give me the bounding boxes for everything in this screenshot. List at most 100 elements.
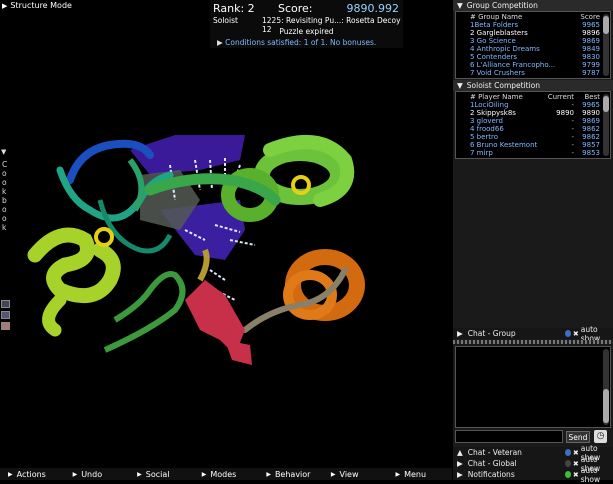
group-row[interactable]: 4 Anthropic Dreams 9849 bbox=[470, 45, 600, 53]
player-name: 6 Bruno Kestemont bbox=[470, 141, 538, 149]
actions-menu[interactable]: ▶ Actions bbox=[8, 470, 65, 479]
scroll-thumb[interactable] bbox=[603, 389, 609, 423]
expand-triangle-icon: ▶ bbox=[457, 459, 463, 468]
mode-indicator[interactable]: ▶ Structure Mode bbox=[2, 1, 72, 10]
group-score: 9787 bbox=[582, 69, 600, 77]
best-header: Best bbox=[584, 93, 600, 101]
player-mode: Soloist bbox=[213, 16, 238, 25]
chat-message-area[interactable] bbox=[455, 346, 611, 428]
soloist-leaderboard[interactable]: # Player Name Current Best 1LociOiling -9… bbox=[455, 91, 611, 159]
group-score-header: Score bbox=[580, 13, 600, 21]
soloist-row[interactable]: 5 bertro -9862 bbox=[470, 133, 600, 141]
send-button[interactable]: Send bbox=[566, 431, 590, 443]
close-icon[interactable]: ✖ bbox=[573, 471, 579, 479]
chat-group-title: Chat - Group bbox=[467, 329, 516, 338]
soloist-row[interactable]: 1LociOiling -9965 bbox=[470, 101, 600, 109]
expand-triangle-icon: ▶ bbox=[72, 470, 78, 478]
best-score: 9869 bbox=[582, 117, 600, 125]
soloist-row[interactable]: 6 Bruno Kestemont -9857 bbox=[470, 141, 600, 149]
group-scrollbar[interactable] bbox=[603, 14, 609, 76]
current-score: - bbox=[571, 149, 574, 157]
group-row[interactable]: 6 L'Alliance Francopho... 9799 bbox=[470, 61, 600, 69]
expand-triangle-icon: ▶ bbox=[457, 329, 463, 338]
group-score: 9896 bbox=[582, 29, 600, 37]
chat-group-header[interactable]: ▶ Chat - Group ✖ auto show bbox=[453, 325, 613, 343]
group-competition-header[interactable]: ▼ Group Competition bbox=[453, 0, 613, 11]
chat-channel-title: Notifications bbox=[467, 470, 515, 479]
view-menu[interactable]: ▶ View bbox=[331, 470, 388, 479]
auto-show-label[interactable]: auto show bbox=[581, 466, 613, 484]
group-name: 7 Void Crushers bbox=[470, 69, 525, 77]
group-competition-title: Group Competition bbox=[466, 1, 538, 10]
group-score: 9799 bbox=[582, 61, 600, 69]
conditions-toggle[interactable]: ▶ Conditions satisfied: 1 of 1. No bonus… bbox=[217, 38, 376, 47]
player-name-header: # Player Name bbox=[470, 93, 523, 101]
chat-channel-title: Chat - Global bbox=[467, 459, 517, 468]
right-panel: ▼ Group Competition # Group Name Score 1… bbox=[453, 0, 613, 484]
current-score: - bbox=[571, 141, 574, 149]
player-name: 5 bertro bbox=[470, 133, 499, 141]
strand-red bbox=[185, 280, 252, 365]
protein-viewport[interactable] bbox=[0, 0, 452, 468]
player-name: 7 mirp bbox=[470, 149, 493, 157]
group-name: 4 Anthropic Dreams bbox=[470, 45, 540, 53]
chat-input[interactable] bbox=[455, 430, 563, 443]
recipe-icon[interactable] bbox=[1, 300, 10, 308]
chat-channel-row[interactable]: ▶ Notifications ✖ auto show bbox=[453, 466, 613, 484]
scroll-thumb[interactable] bbox=[603, 16, 609, 34]
group-row[interactable]: 2 Gargleblasters 9896 bbox=[470, 29, 600, 37]
expand-triangle-icon: ▶ bbox=[217, 38, 223, 47]
soloist-row[interactable]: 7 mirp -9853 bbox=[470, 149, 600, 157]
mode-label: Structure Mode bbox=[10, 1, 72, 10]
soloist-row[interactable]: 2 Skippysk8s 9890 9890 bbox=[470, 109, 600, 117]
group-row[interactable]: 5 Contenders 9830 bbox=[470, 53, 600, 61]
collapse-triangle-icon[interactable]: ▼ bbox=[1, 148, 6, 156]
main-menu[interactable]: ▶ Menu bbox=[395, 470, 452, 479]
collapse-triangle-icon: ▼ bbox=[457, 1, 463, 10]
rank-label: Rank: 2 bbox=[213, 2, 255, 15]
group-row[interactable]: 1Beta Folders 9965 bbox=[470, 21, 600, 29]
soloist-header-row: # Player Name Current Best bbox=[470, 93, 600, 101]
best-score: 9857 bbox=[582, 141, 600, 149]
best-score: 9862 bbox=[582, 125, 600, 133]
soloist-scrollbar[interactable] bbox=[603, 94, 609, 156]
scroll-thumb[interactable] bbox=[603, 96, 609, 112]
toolbar-label: Social bbox=[145, 469, 170, 479]
expand-triangle-icon: ▶ bbox=[2, 1, 8, 10]
modes-menu[interactable]: ▶ Modes bbox=[202, 470, 259, 479]
group-row[interactable]: 3 Go Science 9869 bbox=[470, 37, 600, 45]
clock-icon[interactable]: ◷ bbox=[594, 430, 607, 443]
undo-menu[interactable]: ▶ Undo bbox=[73, 470, 130, 479]
puzzle-status: Puzzle expired bbox=[279, 27, 334, 36]
group-row[interactable]: 7 Void Crushers 9787 bbox=[470, 69, 600, 77]
best-score: 9965 bbox=[582, 101, 600, 109]
current-score: - bbox=[571, 125, 574, 133]
protein-render[interactable] bbox=[0, 0, 452, 468]
score-label: Score: bbox=[278, 2, 313, 15]
close-icon[interactable]: ✖ bbox=[573, 330, 579, 338]
script-icon[interactable] bbox=[1, 311, 10, 319]
group-name-header: # Group Name bbox=[470, 13, 523, 21]
bottom-toolbar: ▶ Actions ▶ Undo ▶ Social ▶ Modes ▶ Behavior ▶ View… bbox=[0, 468, 452, 480]
social-menu[interactable]: ▶ Social bbox=[137, 470, 194, 479]
soloist-row[interactable]: 3 gloverd -9869 bbox=[470, 117, 600, 125]
group-score: 9965 bbox=[582, 21, 600, 29]
expand-triangle-icon: ▶ bbox=[137, 470, 142, 478]
status-dot-icon[interactable] bbox=[565, 471, 571, 478]
behavior-menu[interactable]: ▶ Behavior bbox=[266, 470, 323, 479]
conditions-text: Conditions satisfied: 1 of 1. No bonuses… bbox=[225, 38, 377, 47]
info-icon[interactable] bbox=[565, 330, 571, 337]
resize-handle[interactable] bbox=[453, 340, 613, 344]
group-name: 5 Contenders bbox=[470, 53, 518, 61]
expand-triangle-icon: ▶ bbox=[330, 470, 336, 478]
score-value: 9890.992 bbox=[346, 2, 400, 15]
cookbook-panel[interactable]: ▼ Cookbook bbox=[0, 148, 10, 448]
note-icon[interactable] bbox=[1, 322, 10, 330]
group-score: 9869 bbox=[582, 37, 600, 45]
soloist-row[interactable]: 4 frood66 -9862 bbox=[470, 125, 600, 133]
toolbar-label: Actions bbox=[16, 469, 46, 479]
group-header-row: # Group Name Score bbox=[470, 13, 600, 21]
soloist-competition-header[interactable]: ▼ Soloist Competition bbox=[453, 80, 613, 91]
group-leaderboard[interactable]: # Group Name Score 1Beta Folders 9965 2 Ga… bbox=[455, 11, 611, 79]
chat-scrollbar[interactable] bbox=[603, 349, 609, 425]
